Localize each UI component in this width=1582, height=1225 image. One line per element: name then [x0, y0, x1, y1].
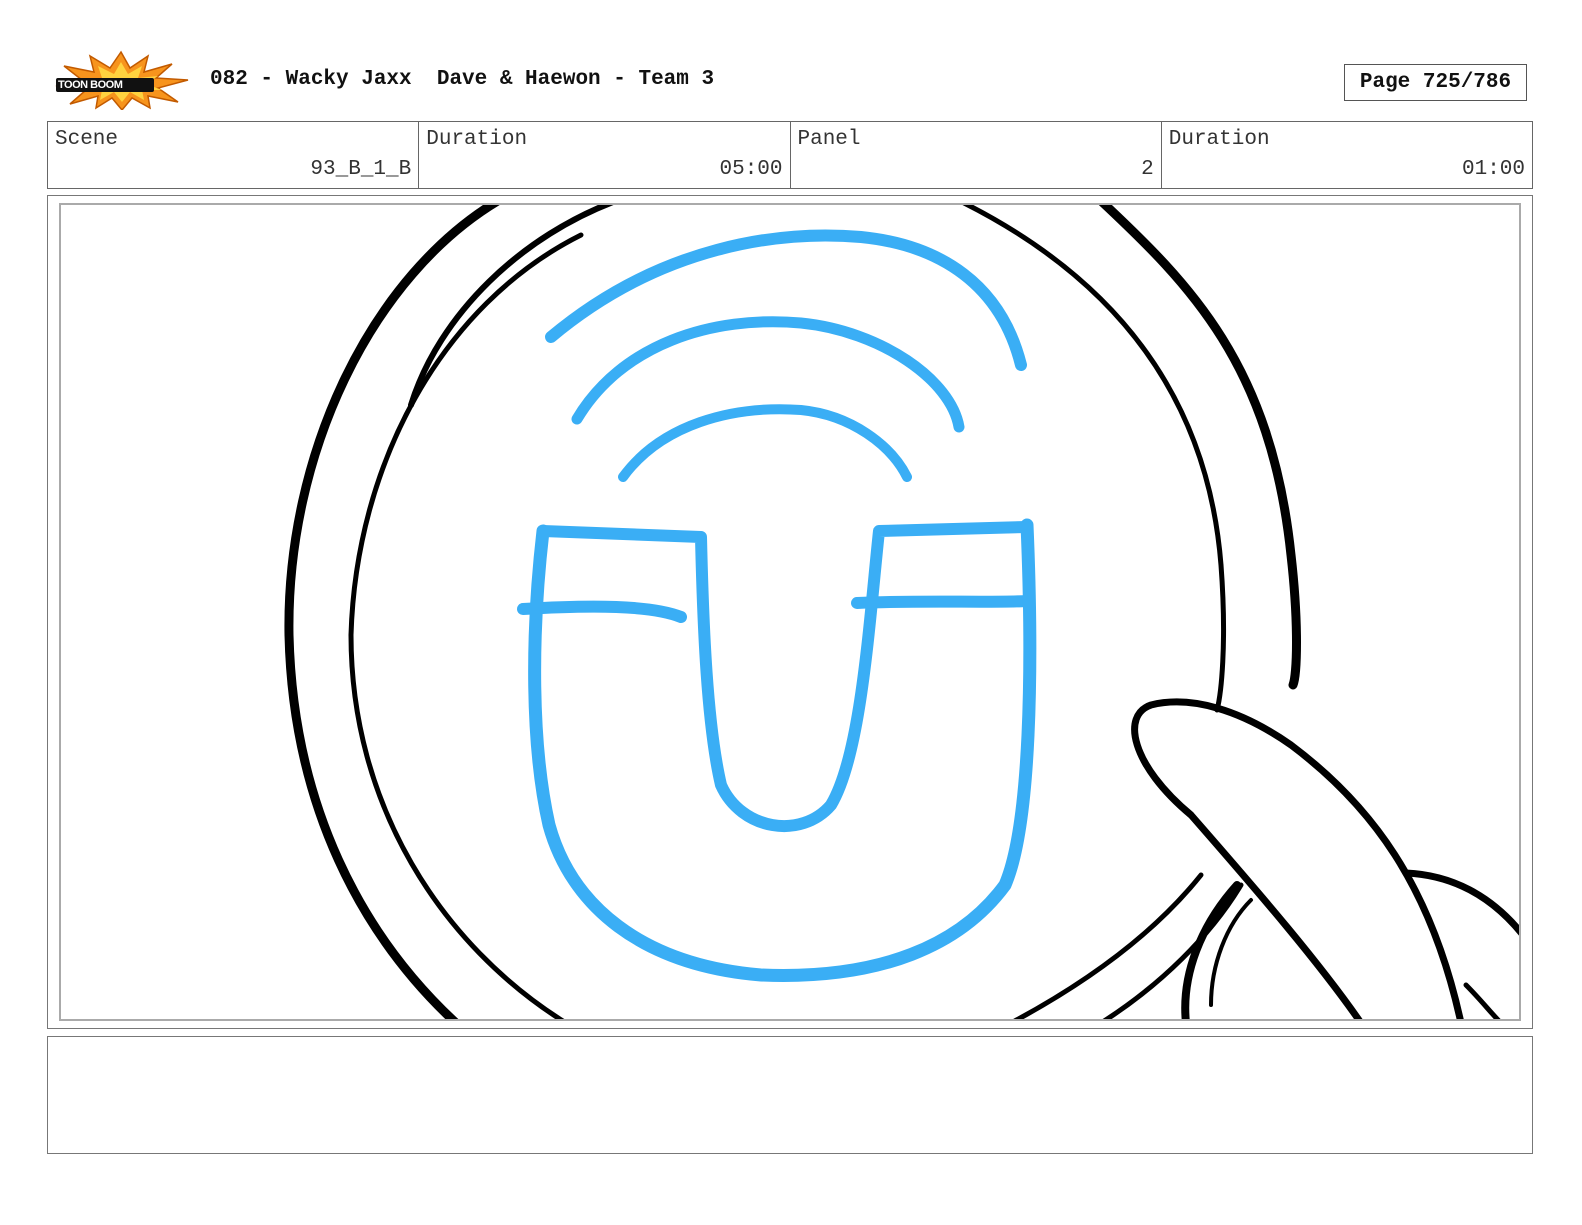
document-title: 082 - Wacky Jaxx Dave & Haewon - Team 3 [210, 68, 715, 91]
panel-cell: Panel 2 [791, 122, 1162, 188]
panel-duration-label: Duration [1168, 128, 1270, 151]
toonboom-logo: TOON BOOM [52, 50, 190, 112]
scene-duration-value: 05:00 [719, 158, 783, 181]
signal-arc-large [545, 229, 1027, 371]
panel-value: 2 [1141, 158, 1154, 181]
magnet-outline [528, 518, 1037, 982]
hand-finger [1131, 698, 1464, 1019]
panel-duration-cell: Duration 01:00 [1162, 122, 1532, 188]
logo-text: TOON BOOM [58, 79, 123, 91]
panel-drawing [284, 205, 1519, 1019]
magnet-band-left [517, 600, 687, 623]
scene-label: Scene [55, 128, 119, 151]
scene-duration-cell: Duration 05:00 [419, 122, 791, 188]
panel-notes-box[interactable] [47, 1036, 1533, 1154]
lens-outer-ring [284, 205, 500, 1019]
scene-cell: Scene 93_B_1_B [48, 122, 420, 188]
panel-duration-value: 01:00 [1461, 158, 1525, 181]
page-number: Page 725/786 [1344, 64, 1527, 101]
scene-duration-label: Duration [426, 128, 528, 151]
lens-inner-ring [348, 232, 584, 1019]
signal-arc-small [618, 404, 912, 482]
storyboard-panel [59, 203, 1521, 1021]
panel-label: Panel [797, 128, 861, 151]
panel-info-row: Scene 93_B_1_B Duration 05:00 Panel 2 Du… [47, 121, 1533, 189]
magnet-band-right [851, 595, 1033, 609]
scene-value: 93_B_1_B [310, 158, 412, 181]
